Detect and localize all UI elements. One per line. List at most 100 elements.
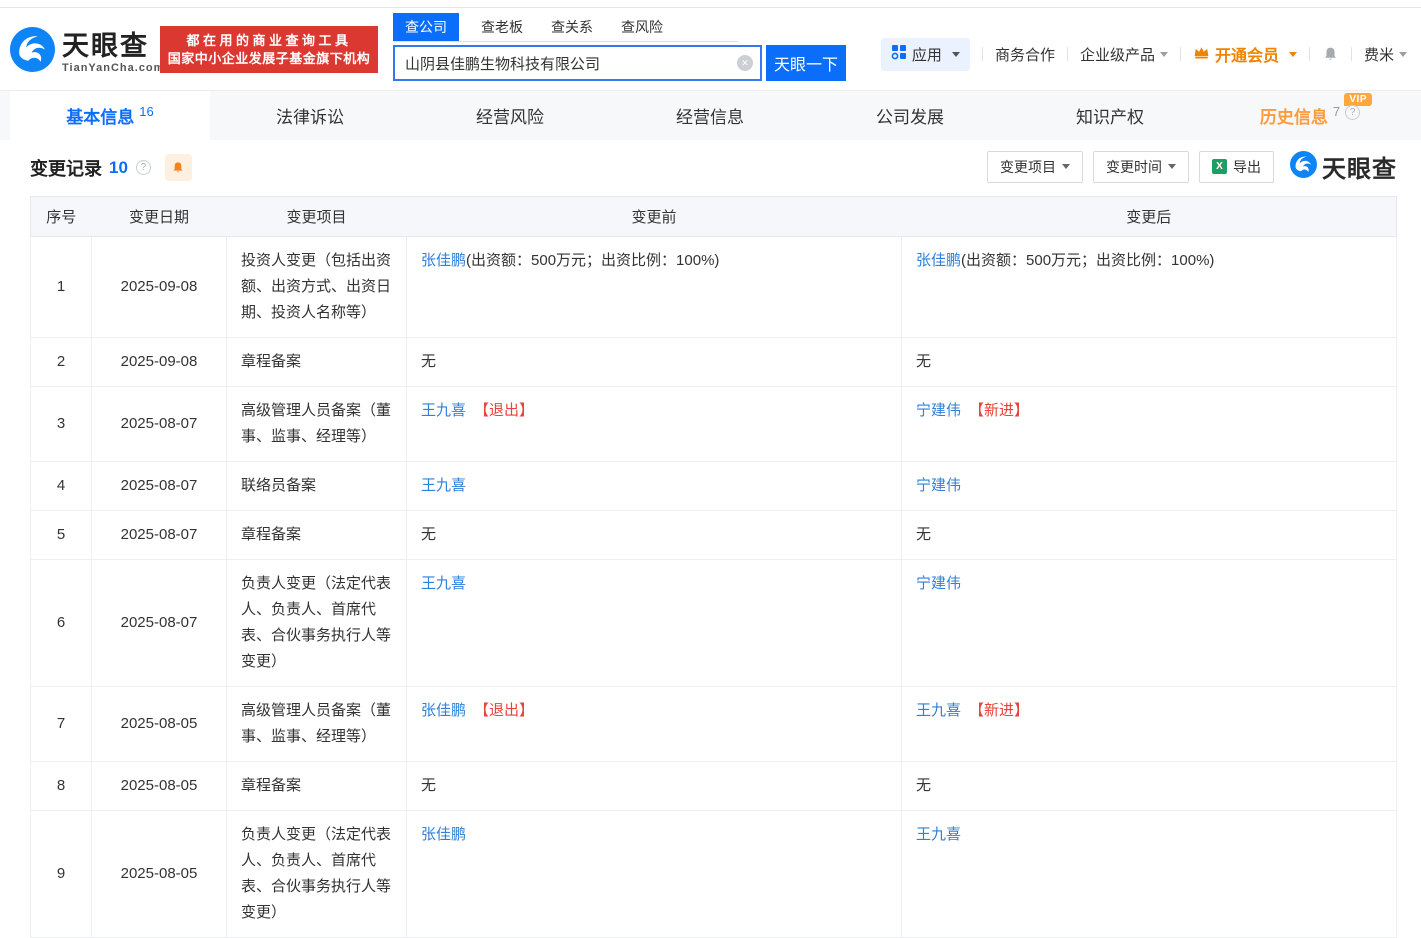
nav-business-cooperation[interactable]: 商务合作	[995, 44, 1055, 65]
change-tag: 【退出】	[474, 702, 534, 719]
slogan-line2: 国家中小企业发展子基金旗下机构	[160, 50, 378, 68]
username: 费米	[1364, 44, 1394, 65]
section-title: 变更记录	[30, 155, 102, 181]
change-item: 投资人变更（包括出资额、出资方式、出资日期、投资人名称等）	[227, 237, 407, 338]
table-row: 8 2025-08-05 章程备案 无 无	[31, 762, 1397, 811]
person-link[interactable]: 宁建伟	[916, 477, 961, 494]
help-icon[interactable]: ?	[136, 160, 151, 175]
row-number: 3	[31, 387, 92, 462]
filter-change-item-button[interactable]: 变更项目	[987, 151, 1083, 183]
brand-domain: TianYanCha.com	[62, 62, 164, 74]
person-link[interactable]: 王九喜	[421, 477, 466, 494]
change-before: 王九喜【退出】	[407, 387, 902, 462]
change-after: 王九喜	[902, 811, 1397, 938]
apps-label: 应用	[912, 44, 942, 65]
tab-label: 知识产权	[1076, 103, 1144, 128]
person-link[interactable]: 张佳鹏	[421, 702, 466, 719]
search-tab-boss[interactable]: 查老板	[479, 13, 525, 41]
tab-label: 经营信息	[676, 103, 744, 128]
company-tabbar: 基本信息 16 法律诉讼 经营风险 经营信息 公司发展 知识产权 VIP 历史信…	[0, 90, 1421, 140]
change-before: 王九喜	[407, 560, 902, 687]
person-link[interactable]: 王九喜	[916, 826, 961, 843]
change-item: 章程备案	[227, 762, 407, 811]
table-row: 7 2025-08-05 高级管理人员备案（董事、监事、经理等） 张佳鹏【退出】…	[31, 687, 1397, 762]
cell-text: 无	[916, 353, 931, 370]
open-vip-button[interactable]: 开通会员	[1193, 42, 1297, 66]
export-button[interactable]: X 导出	[1199, 151, 1274, 183]
change-date: 2025-08-07	[92, 560, 227, 687]
change-item: 联络员备案	[227, 462, 407, 511]
site-logo[interactable]: 天眼查 TianYanCha.com	[10, 27, 164, 77]
change-date: 2025-09-08	[92, 237, 227, 338]
col-header-no: 序号	[31, 197, 92, 237]
person-link[interactable]: 张佳鹏	[916, 252, 961, 269]
change-before: 无	[407, 511, 902, 560]
change-after: 无	[902, 511, 1397, 560]
change-before: 王九喜	[407, 462, 902, 511]
help-icon[interactable]: ?	[1345, 105, 1360, 120]
nav-divider	[982, 47, 983, 61]
tab-count: 7	[1333, 104, 1340, 119]
tab-business-info[interactable]: 经营信息	[610, 91, 810, 140]
change-before: 张佳鹏【退出】	[407, 687, 902, 762]
change-tag: 【新进】	[969, 402, 1029, 419]
cell-text: (出资额：500万元；出资比例：100%)	[961, 252, 1214, 269]
nav-divider	[1309, 47, 1310, 61]
filter-label: 变更项目	[1000, 157, 1056, 177]
row-number: 2	[31, 338, 92, 387]
person-link[interactable]: 王九喜	[421, 402, 466, 419]
cell-text: (出资额：500万元；出资比例：100%)	[466, 252, 719, 269]
person-link[interactable]: 宁建伟	[916, 402, 961, 419]
subscribe-bell-button[interactable]	[165, 154, 192, 181]
top-strip	[0, 0, 1421, 7]
search-tab-risk[interactable]: 查风险	[619, 13, 665, 41]
site-header: 天眼查 TianYanCha.com 都在用的商业查询工具 国家中小企业发展子基…	[0, 7, 1421, 90]
filter-change-time-button[interactable]: 变更时间	[1093, 151, 1189, 183]
change-date: 2025-08-07	[92, 511, 227, 560]
tab-operational-risk[interactable]: 经营风险	[410, 91, 610, 140]
row-number: 8	[31, 762, 92, 811]
apps-menu[interactable]: 应用	[881, 38, 970, 71]
change-after: 张佳鹏(出资额：500万元；出资比例：100%)	[902, 237, 1397, 338]
search-area: 查公司 查老板 查关系 查风险 ✕ 天眼一下	[393, 15, 846, 81]
table-row: 1 2025-09-08 投资人变更（包括出资额、出资方式、出资日期、投资人名称…	[31, 237, 1397, 338]
person-link[interactable]: 宁建伟	[916, 575, 961, 592]
person-link[interactable]: 王九喜	[421, 575, 466, 592]
slogan-line1: 都在用的商业查询工具	[160, 31, 378, 50]
tab-basic-info[interactable]: 基本信息 16	[10, 91, 210, 140]
notification-bell-icon[interactable]	[1322, 46, 1339, 63]
chevron-down-icon	[1399, 52, 1407, 57]
tab-history-info[interactable]: VIP 历史信息 7 ?	[1210, 91, 1410, 140]
change-item: 负责人变更（法定代表人、负责人、首席代表、合伙事务执行人等变更）	[227, 811, 407, 938]
table-row: 3 2025-08-07 高级管理人员备案（董事、监事、经理等） 王九喜【退出】…	[31, 387, 1397, 462]
clear-icon[interactable]: ✕	[737, 55, 753, 71]
person-link[interactable]: 张佳鹏	[421, 826, 466, 843]
excel-icon: X	[1212, 159, 1227, 174]
search-tab-relation[interactable]: 查关系	[549, 13, 595, 41]
search-button[interactable]: 天眼一下	[766, 45, 846, 81]
table-body: 1 2025-09-08 投资人变更（包括出资额、出资方式、出资日期、投资人名称…	[31, 237, 1397, 938]
change-tag: 【新进】	[969, 702, 1029, 719]
change-item: 章程备案	[227, 511, 407, 560]
search-input[interactable]	[393, 45, 762, 81]
chevron-down-icon	[1160, 52, 1168, 57]
row-number: 4	[31, 462, 92, 511]
person-link[interactable]: 王九喜	[916, 702, 961, 719]
vip-label: 开通会员	[1215, 42, 1279, 66]
tab-count: 16	[139, 104, 153, 119]
nav-enterprise-products[interactable]: 企业级产品	[1080, 44, 1168, 65]
search-tab-company[interactable]: 查公司	[393, 13, 459, 41]
tab-label: 公司发展	[876, 103, 944, 128]
tab-legal-litigation[interactable]: 法律诉讼	[210, 91, 410, 140]
col-header-after: 变更后	[902, 197, 1397, 237]
nav-divider	[1180, 47, 1181, 61]
change-before: 张佳鹏(出资额：500万元；出资比例：100%)	[407, 237, 902, 338]
change-record-table: 序号 变更日期 变更项目 变更前 变更后 1 2025-09-08 投资人变更（…	[30, 196, 1397, 938]
cell-text: 无	[421, 526, 436, 543]
slogan-banner: 都在用的商业查询工具 国家中小企业发展子基金旗下机构	[160, 26, 378, 73]
tab-intellectual-property[interactable]: 知识产权	[1010, 91, 1210, 140]
tab-company-development[interactable]: 公司发展	[810, 91, 1010, 140]
change-after: 宁建伟	[902, 462, 1397, 511]
user-menu[interactable]: 费米	[1364, 44, 1407, 65]
person-link[interactable]: 张佳鹏	[421, 252, 466, 269]
